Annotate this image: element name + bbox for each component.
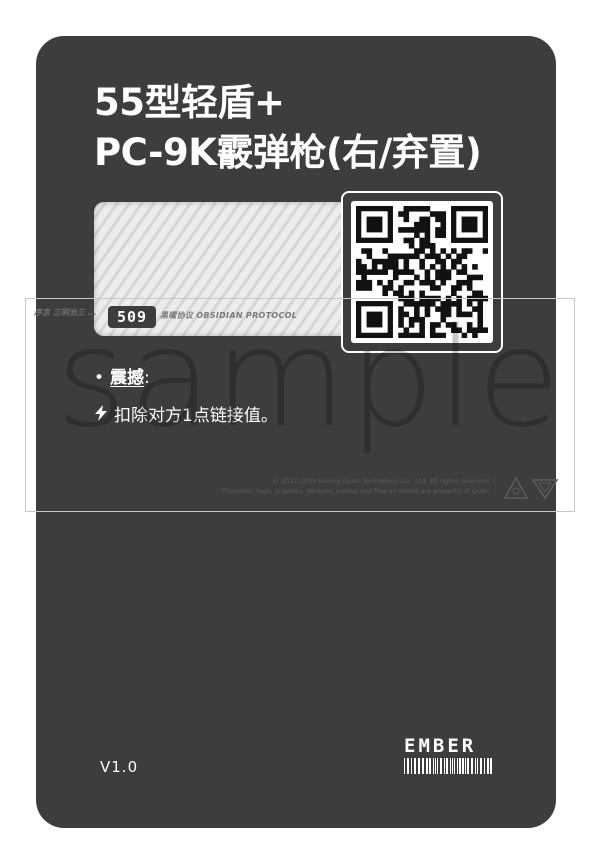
barcode-icon bbox=[404, 758, 494, 784]
copyright-line2: Character, logo, graphics, designs, name… bbox=[220, 487, 489, 495]
card-title-line2: PC-9K霰弹枪(右/弃置) bbox=[94, 131, 482, 174]
copyright: © 2017-2018 Beijing Quan Technology Co.,… bbox=[221, 476, 489, 496]
copyright-line1: © 2017-2018 Beijing Quan Technology Co.,… bbox=[272, 477, 489, 485]
card-title-line1: 55型轻盾+ bbox=[94, 81, 285, 124]
watermark-text: sample bbox=[56, 300, 563, 458]
card-title: 55型轻盾+ PC-9K霰弹枪(右/弃置) bbox=[94, 78, 482, 178]
version-label: V1.0 bbox=[100, 758, 139, 776]
rating-mark-icons bbox=[503, 474, 559, 506]
brand-logo: EMBER bbox=[404, 735, 477, 757]
